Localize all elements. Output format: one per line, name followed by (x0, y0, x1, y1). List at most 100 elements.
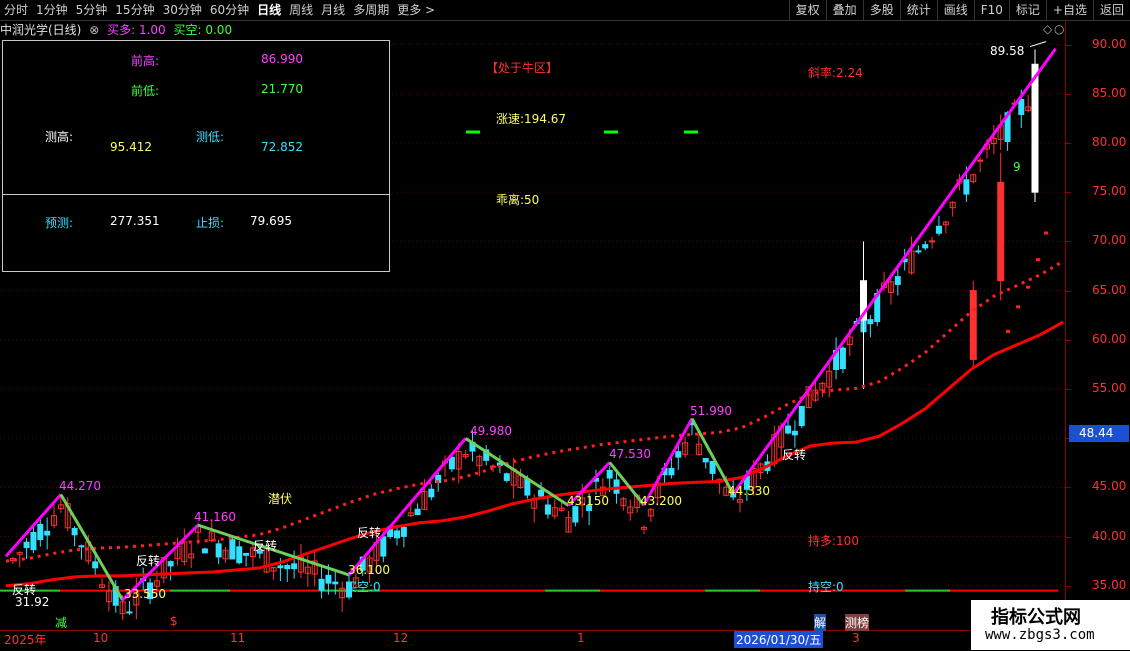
candle-body (318, 578, 325, 591)
candle-body (503, 473, 510, 481)
candle-body (702, 458, 709, 463)
toolbar-button[interactable]: 叠加 (825, 0, 863, 20)
candle-body (394, 530, 401, 539)
forecast-value: 277.351 (110, 214, 160, 228)
prev-high-value: 86.990 (261, 52, 303, 66)
price-tick: 75.00 (1092, 184, 1127, 199)
candle-body (785, 425, 792, 434)
candle-body (490, 465, 497, 468)
tick-mark (1066, 339, 1071, 341)
date-label: 10 (93, 631, 109, 645)
toolbar-button[interactable]: 标记 (1008, 0, 1046, 20)
toolbar-button[interactable]: 复权 (788, 0, 826, 20)
date-label: 11 (230, 631, 246, 645)
period-tab[interactable]: 周线 (285, 0, 317, 20)
zig-label: 51.990 (690, 404, 732, 418)
prev-low-label: 前低: (131, 84, 160, 98)
tick-mark (1066, 241, 1071, 243)
zig-label: 49.980 (470, 424, 512, 438)
marker-label: 解 (814, 614, 827, 631)
candle-body (23, 541, 30, 549)
period-tab[interactable]: 日线 (253, 0, 285, 20)
deviation-label: 乖离:50 (496, 193, 540, 207)
hold-short-label: 持空:0 (808, 580, 844, 594)
tick-mark (1066, 142, 1071, 144)
panel-divider (3, 194, 389, 195)
speed-label: 涨速:194.67 (496, 112, 567, 126)
zig-label: 33.550 (124, 587, 166, 601)
prev-high-label: 前高: (131, 54, 160, 68)
period-tab[interactable]: 60分钟 (206, 0, 253, 20)
period-tab[interactable]: 多周期 (349, 0, 393, 20)
toolbar-button[interactable]: 返回 (1092, 0, 1130, 20)
period-tab[interactable]: 5分钟 (72, 0, 112, 20)
candle-body (380, 536, 387, 557)
marker-label: 减 (55, 616, 68, 630)
measure-high-label: 测高: (45, 130, 74, 144)
period-tab[interactable]: 30分钟 (159, 0, 206, 20)
candle-body (709, 460, 716, 474)
hold-long-label: 持多:100 (808, 534, 859, 548)
candle-body (977, 159, 984, 162)
period-tab[interactable]: 15分钟 (111, 0, 158, 20)
candle-body (915, 250, 922, 253)
candle-body (929, 240, 936, 243)
zigzag-segment (59, 493, 124, 601)
signal-label: 潜伏 (268, 492, 293, 506)
zigzag-segment (464, 437, 570, 507)
candle-body (215, 543, 222, 558)
slope-label: 斜率:2.24 (808, 66, 863, 80)
period-tab[interactable]: 更多 > (393, 0, 439, 20)
period-tabs: 分时 1分钟 5分钟 15分钟 30分钟 60分钟 日线 周线 月线 多周期 更多 > (0, 0, 439, 20)
toolbar-button[interactable]: F10 (973, 0, 1009, 20)
tick-mark (1066, 290, 1071, 292)
price-tick: 45.00 (1092, 479, 1127, 494)
signal-label: 9 (1013, 160, 1021, 174)
trail-dot (1016, 305, 1020, 309)
candle-body (71, 527, 78, 536)
candle-body (92, 561, 99, 569)
period-tab[interactable]: 1分钟 (32, 0, 72, 20)
buy-short-count: 买空:0 (345, 580, 381, 594)
zig-label: 43.150 (567, 494, 609, 508)
zigzag-segment (347, 437, 467, 576)
candle-body (236, 546, 243, 564)
candle-body (284, 565, 291, 570)
candle-body (428, 488, 435, 498)
candle-body (675, 451, 682, 458)
candle-body (243, 552, 250, 556)
candle-body (922, 244, 929, 249)
candle-body (544, 504, 551, 515)
candle-body (78, 545, 85, 548)
candle-body (867, 319, 874, 325)
toolbar-button[interactable]: 画线 (936, 0, 974, 20)
measure-low-value: 72.852 (261, 140, 303, 154)
bull-zone-label: 【处于牛区】 (486, 61, 559, 75)
trail-dot (1044, 231, 1048, 235)
candle-body (606, 469, 613, 479)
zig-label: 44.270 (59, 479, 101, 493)
tick-mark (1066, 487, 1071, 489)
toolbar-button[interactable]: 多股 (862, 0, 900, 20)
candle-body (668, 467, 675, 476)
marker-label: 测榜 (845, 614, 870, 631)
date-label: 2025年 (4, 633, 47, 647)
price-tick: 70.00 (1092, 233, 1127, 248)
candle-body (894, 276, 901, 285)
period-tab[interactable]: 分时 (0, 0, 32, 20)
candle-body (414, 508, 421, 516)
date-label: 1 (577, 631, 585, 645)
tool-buttons: 复权 叠加 多股 统计 画线 F10 标记 +自选 返回 (788, 0, 1130, 20)
date-axis: 2025年 10 11 12 1 2026/01/30/五 3 (0, 630, 1065, 651)
period-tab[interactable]: 月线 (317, 0, 349, 20)
toolbar-button[interactable]: +自选 (1045, 0, 1093, 20)
price-tick: 55.00 (1092, 380, 1127, 395)
date-label: 12 (393, 631, 409, 645)
watermark-logo: 指标公式网 www.zbgs3.com (971, 600, 1130, 650)
toolbar-button[interactable]: 统计 (899, 0, 937, 20)
watermark-url: www.zbgs3.com (985, 627, 1095, 643)
measure-low-label: 测低: (196, 130, 225, 144)
candle-body (37, 523, 44, 541)
price-tick: 35.00 (1092, 577, 1127, 592)
tick-mark (1066, 388, 1071, 390)
